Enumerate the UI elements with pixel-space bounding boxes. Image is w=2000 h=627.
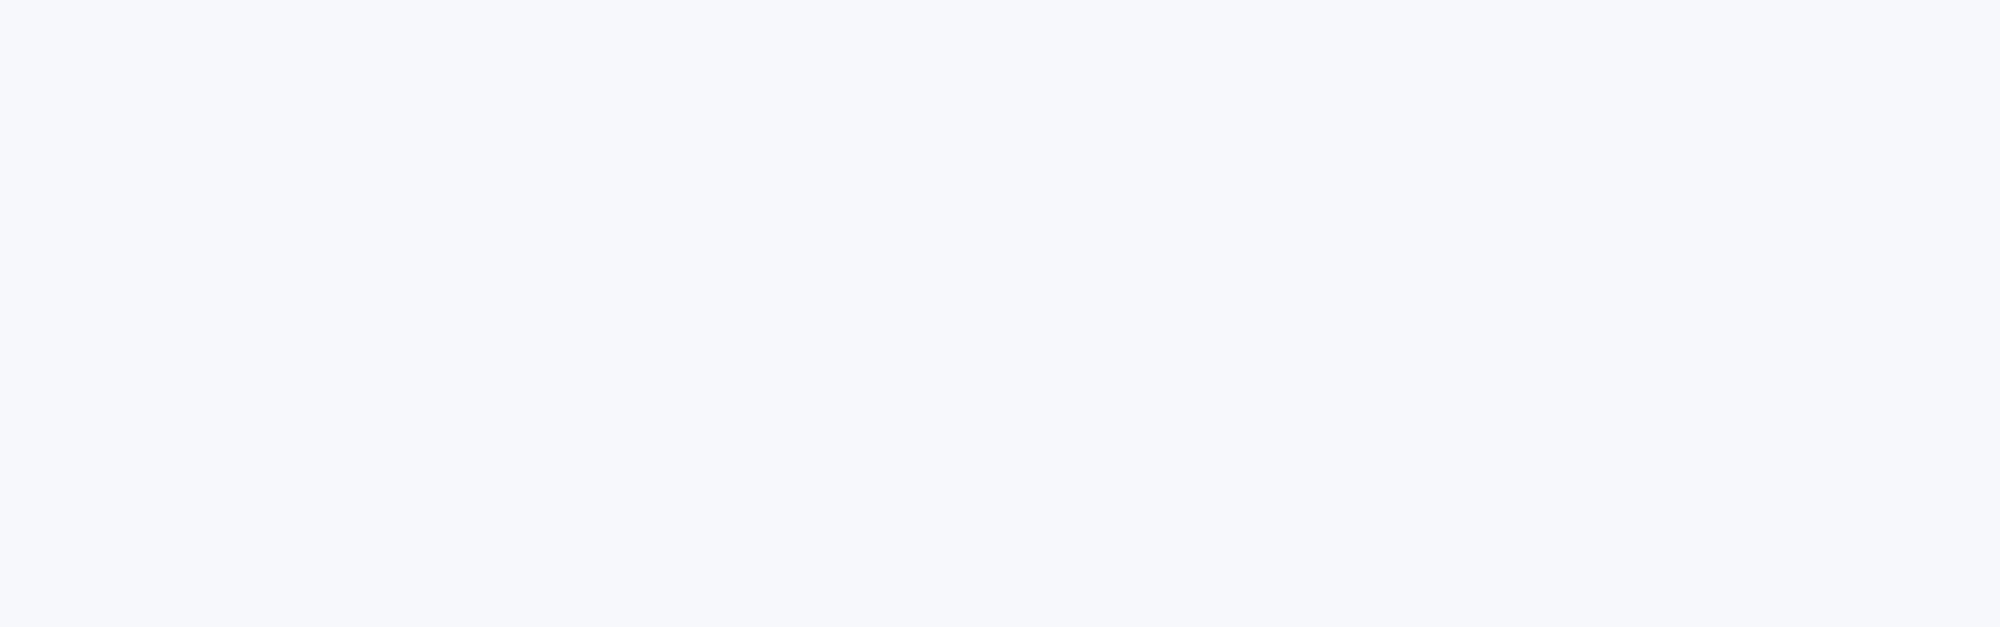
blank-page-canvas [0,0,2000,627]
